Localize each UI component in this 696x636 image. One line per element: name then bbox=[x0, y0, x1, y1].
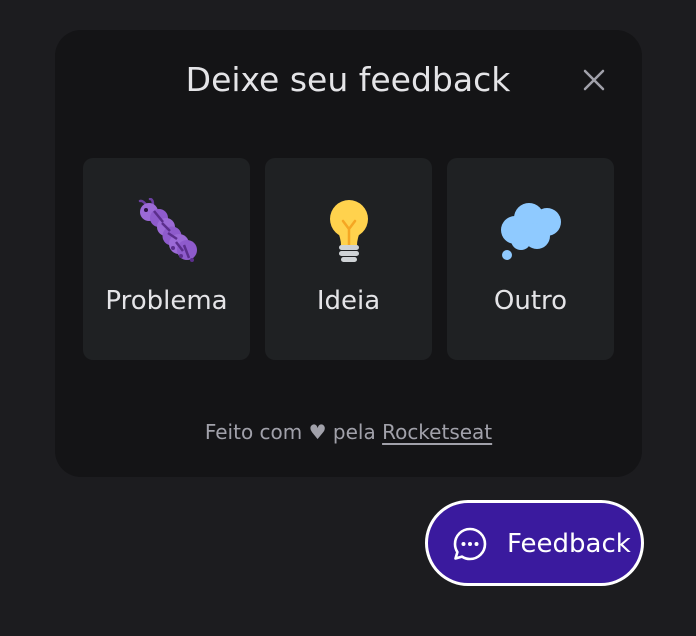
close-icon bbox=[583, 69, 605, 91]
option-label: Problema bbox=[105, 286, 228, 316]
chat-bubble-icon bbox=[453, 527, 487, 561]
close-button[interactable] bbox=[580, 66, 608, 94]
option-ideia[interactable]: Ideia bbox=[265, 158, 432, 360]
feedback-button-label: Feedback bbox=[507, 529, 631, 559]
footer: Feito com ♥ pela Rocketseat bbox=[55, 418, 642, 446]
lightbulb-icon bbox=[329, 200, 368, 262]
option-label: Outro bbox=[493, 286, 568, 316]
feedback-button[interactable]: Feedback bbox=[425, 500, 644, 586]
rocketseat-link[interactable]: Rocketseat bbox=[382, 420, 492, 444]
option-outro[interactable]: Outro bbox=[447, 158, 614, 360]
option-problema[interactable]: Problema bbox=[83, 158, 250, 360]
footer-text: Feito com ♥ pela bbox=[204, 420, 376, 444]
bug-icon bbox=[138, 198, 197, 262]
option-label: Ideia bbox=[316, 286, 381, 316]
thought-bubble-icon bbox=[500, 203, 561, 260]
